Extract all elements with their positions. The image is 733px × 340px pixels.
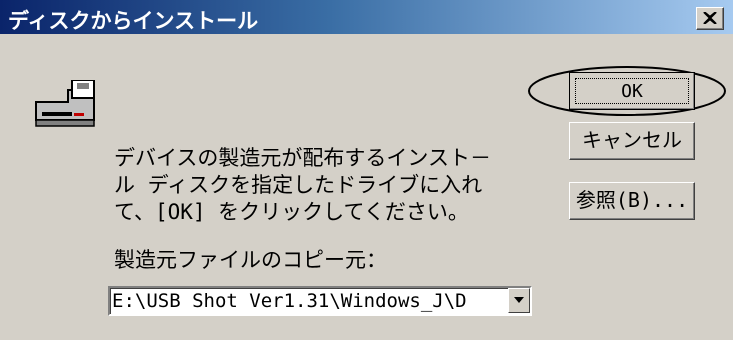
- floppy-drive-icon: [34, 79, 98, 134]
- title-bar[interactable]: ディスクからインストール: [0, 0, 733, 34]
- instruction-text: デバイスの製造元が配布するインスト－ ル ディスクを指定したドライブに入れ て、…: [114, 145, 554, 226]
- instruction-line-1: デバイスの製造元が配布するインスト－: [114, 146, 491, 170]
- close-button[interactable]: [696, 7, 724, 30]
- cancel-button-label: キャンセル: [582, 128, 682, 152]
- dropdown-button[interactable]: [508, 288, 530, 313]
- copy-from-path[interactable]: E:\USB Shot Ver1.31\Windows_J\D: [112, 290, 467, 312]
- window-title: ディスクからインストール: [8, 9, 259, 33]
- instruction-line-2: ル ディスクを指定したドライブに入れ: [114, 173, 483, 197]
- ok-button[interactable]: OK: [569, 72, 695, 110]
- cancel-button[interactable]: キャンセル: [569, 122, 695, 160]
- ok-button-label: OK: [621, 81, 643, 102]
- browse-button-label: 参照(B)...: [575, 188, 689, 212]
- dropdown-arrow-icon: [514, 297, 524, 303]
- browse-button[interactable]: 参照(B)...: [569, 182, 695, 220]
- copy-from-label: 製造元ファイルのコピー元：: [114, 248, 387, 272]
- copy-from-combobox[interactable]: E:\USB Shot Ver1.31\Windows_J\D: [108, 286, 532, 316]
- instruction-line-3: て、[OK] をクリックしてください。: [114, 200, 469, 224]
- install-from-disk-dialog: ディスクからインストール デバイスの製造元が配布するインスト－ ル ディスクを指…: [0, 0, 733, 340]
- close-icon: [703, 12, 717, 24]
